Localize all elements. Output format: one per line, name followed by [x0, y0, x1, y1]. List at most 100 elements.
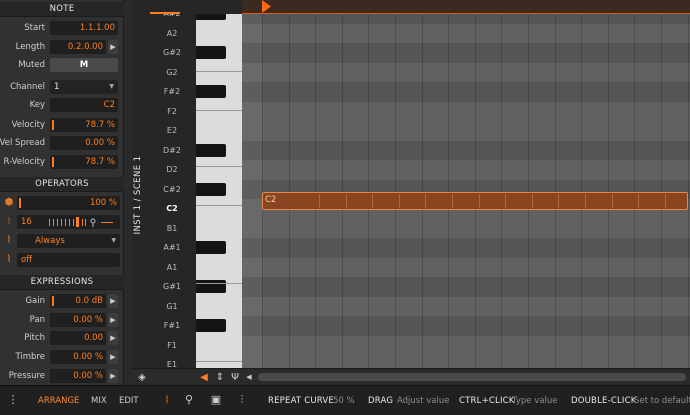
- recurrence-value: off: [21, 255, 33, 265]
- pitch-field[interactable]: 0.00: [50, 331, 106, 345]
- chance-row: ⬢ 100 %: [0, 194, 124, 212]
- timbre-arrow-icon[interactable]: ▶: [108, 350, 118, 364]
- chance-field[interactable]: 100 %: [17, 196, 120, 210]
- layers-icon[interactable]: ◈: [136, 371, 148, 384]
- r-velocity-field[interactable]: 78.7 %: [50, 155, 118, 169]
- speaker-icon[interactable]: ◀: [198, 371, 210, 384]
- piano-keyboard[interactable]: A#2A2G#2G2F#2F2E2D#2D2C#2C2B1A#1A1G#1G1F…: [150, 0, 242, 368]
- pitch-lane[interactable]: [242, 121, 690, 141]
- playhead-marker-icon[interactable]: [260, 0, 272, 13]
- note-repeat-tick: [638, 194, 639, 208]
- pitch-lane[interactable]: [242, 23, 690, 43]
- horizontal-scrollbar[interactable]: [258, 373, 686, 381]
- black-key[interactable]: [196, 319, 226, 332]
- pitch-lane[interactable]: [242, 296, 690, 316]
- note-repeat-tick: [346, 194, 347, 208]
- scroll-left-icon[interactable]: ◀: [243, 371, 255, 384]
- fold-icon[interactable]: ⇕: [214, 371, 226, 384]
- key-field[interactable]: C2: [50, 98, 118, 112]
- pitch-row: Pitch 0.00 ▶: [0, 329, 124, 347]
- tab-edit[interactable]: EDIT: [119, 396, 139, 406]
- black-key[interactable]: [196, 46, 226, 59]
- channel-label: Channel: [10, 82, 45, 92]
- mute-button[interactable]: M: [50, 58, 118, 72]
- pitch-lane[interactable]: [242, 140, 690, 160]
- mixer-sliders-icon[interactable]: ⫶: [235, 393, 249, 407]
- note-repeat-tick: [558, 194, 559, 208]
- ruler-corner: [150, 0, 242, 14]
- beat-line: [581, 14, 582, 368]
- velocity-row: Velocity 78.7 %: [0, 116, 124, 134]
- tab-mix[interactable]: MIX: [91, 396, 107, 406]
- link-icon[interactable]: ⚲: [182, 393, 196, 407]
- length-arrow-icon[interactable]: ▶: [108, 40, 118, 54]
- timbre-row: Timbre 0.00 % ▶: [0, 348, 124, 366]
- pitch-lane[interactable]: [242, 316, 690, 336]
- black-key[interactable]: [196, 280, 226, 293]
- pitch-label: Pitch: [24, 333, 45, 343]
- pitch-arrow-icon[interactable]: ▶: [108, 331, 118, 345]
- repeat-curve-icon[interactable]: [49, 217, 115, 227]
- timbre-field[interactable]: 0.00 %: [50, 350, 106, 364]
- condition-select[interactable]: Always ▼: [17, 234, 120, 248]
- black-key[interactable]: [196, 85, 226, 98]
- velocity-field[interactable]: 78.7 %: [50, 118, 118, 132]
- black-key[interactable]: [196, 241, 226, 254]
- gain-field[interactable]: 0.0 dB: [50, 294, 106, 308]
- channel-select[interactable]: 1 ▼: [50, 80, 118, 94]
- loop-line: [242, 13, 690, 14]
- white-key-divider: [196, 110, 242, 111]
- beat-line: [395, 14, 396, 368]
- inspector-toggle-icon[interactable]: ▣: [209, 393, 223, 407]
- menu-icon[interactable]: ⋮: [6, 393, 20, 407]
- pitch-lane[interactable]: [242, 82, 690, 102]
- r-velocity-bar: [52, 157, 54, 167]
- note-repeat-tick: [532, 194, 533, 208]
- pitch-lane[interactable]: [242, 160, 690, 180]
- hint-ctrl-click-key: CTRL+CLICK: [459, 396, 515, 406]
- condition-icon[interactable]: ⌇: [3, 234, 15, 248]
- pan-arrow-icon[interactable]: ▶: [108, 313, 118, 327]
- beat-line: [475, 14, 476, 368]
- note-clip[interactable]: C2: [262, 192, 688, 210]
- pressure-row: Pressure 0.00 % ▶: [0, 367, 124, 385]
- repeat-icon[interactable]: ⁝: [3, 215, 15, 229]
- pitch-lane[interactable]: [242, 218, 690, 238]
- beat-line: [661, 14, 662, 368]
- beat-line: [315, 14, 316, 368]
- dice-icon[interactable]: ⬢: [3, 196, 15, 210]
- pitch-lane[interactable]: [242, 62, 690, 82]
- pitch-lane[interactable]: [242, 43, 690, 63]
- tuning-fork-icon[interactable]: Ψ: [229, 371, 241, 384]
- tab-arrange[interactable]: ARRANGE: [38, 396, 79, 406]
- key-label: G2: [166, 67, 178, 77]
- channel-row: Channel 1 ▼: [0, 78, 124, 96]
- pitch-lane[interactable]: [242, 257, 690, 277]
- pitch-lane[interactable]: [242, 277, 690, 297]
- start-field[interactable]: 1.1.1.00: [50, 21, 118, 35]
- gain-arrow-icon[interactable]: ▶: [108, 294, 118, 308]
- black-key[interactable]: [196, 182, 226, 196]
- length-field[interactable]: 0.2.0.00: [50, 40, 106, 54]
- vel-spread-field[interactable]: 0.00 %: [50, 136, 118, 150]
- black-key[interactable]: [196, 143, 226, 157]
- track-header[interactable]: INST 1 / SCENE 1: [132, 0, 150, 385]
- pressure-arrow-icon[interactable]: ▶: [108, 369, 118, 383]
- pitch-lane[interactable]: [242, 335, 690, 355]
- pitch-lane[interactable]: [242, 238, 690, 258]
- recurrence-icon[interactable]: ⌇: [3, 253, 15, 267]
- pitch-lane[interactable]: [242, 101, 690, 121]
- beat-line: [289, 14, 290, 368]
- key-label: D#2: [163, 145, 181, 155]
- pressure-field[interactable]: 0.00 %: [50, 369, 106, 383]
- repeat-field[interactable]: 16: [17, 215, 120, 229]
- loop-ruler[interactable]: [242, 0, 690, 14]
- recurrence-field[interactable]: off: [17, 253, 120, 267]
- panel-toggle-icon[interactable]: ⁞: [160, 393, 174, 407]
- pitch-lane[interactable]: [242, 355, 690, 368]
- note-repeat-tick: [665, 194, 666, 208]
- white-key-divider: [196, 205, 242, 206]
- note-repeat-tick: [585, 194, 586, 208]
- note-editor-grid[interactable]: C2: [242, 0, 690, 368]
- pan-field[interactable]: 0.00 %: [50, 313, 106, 327]
